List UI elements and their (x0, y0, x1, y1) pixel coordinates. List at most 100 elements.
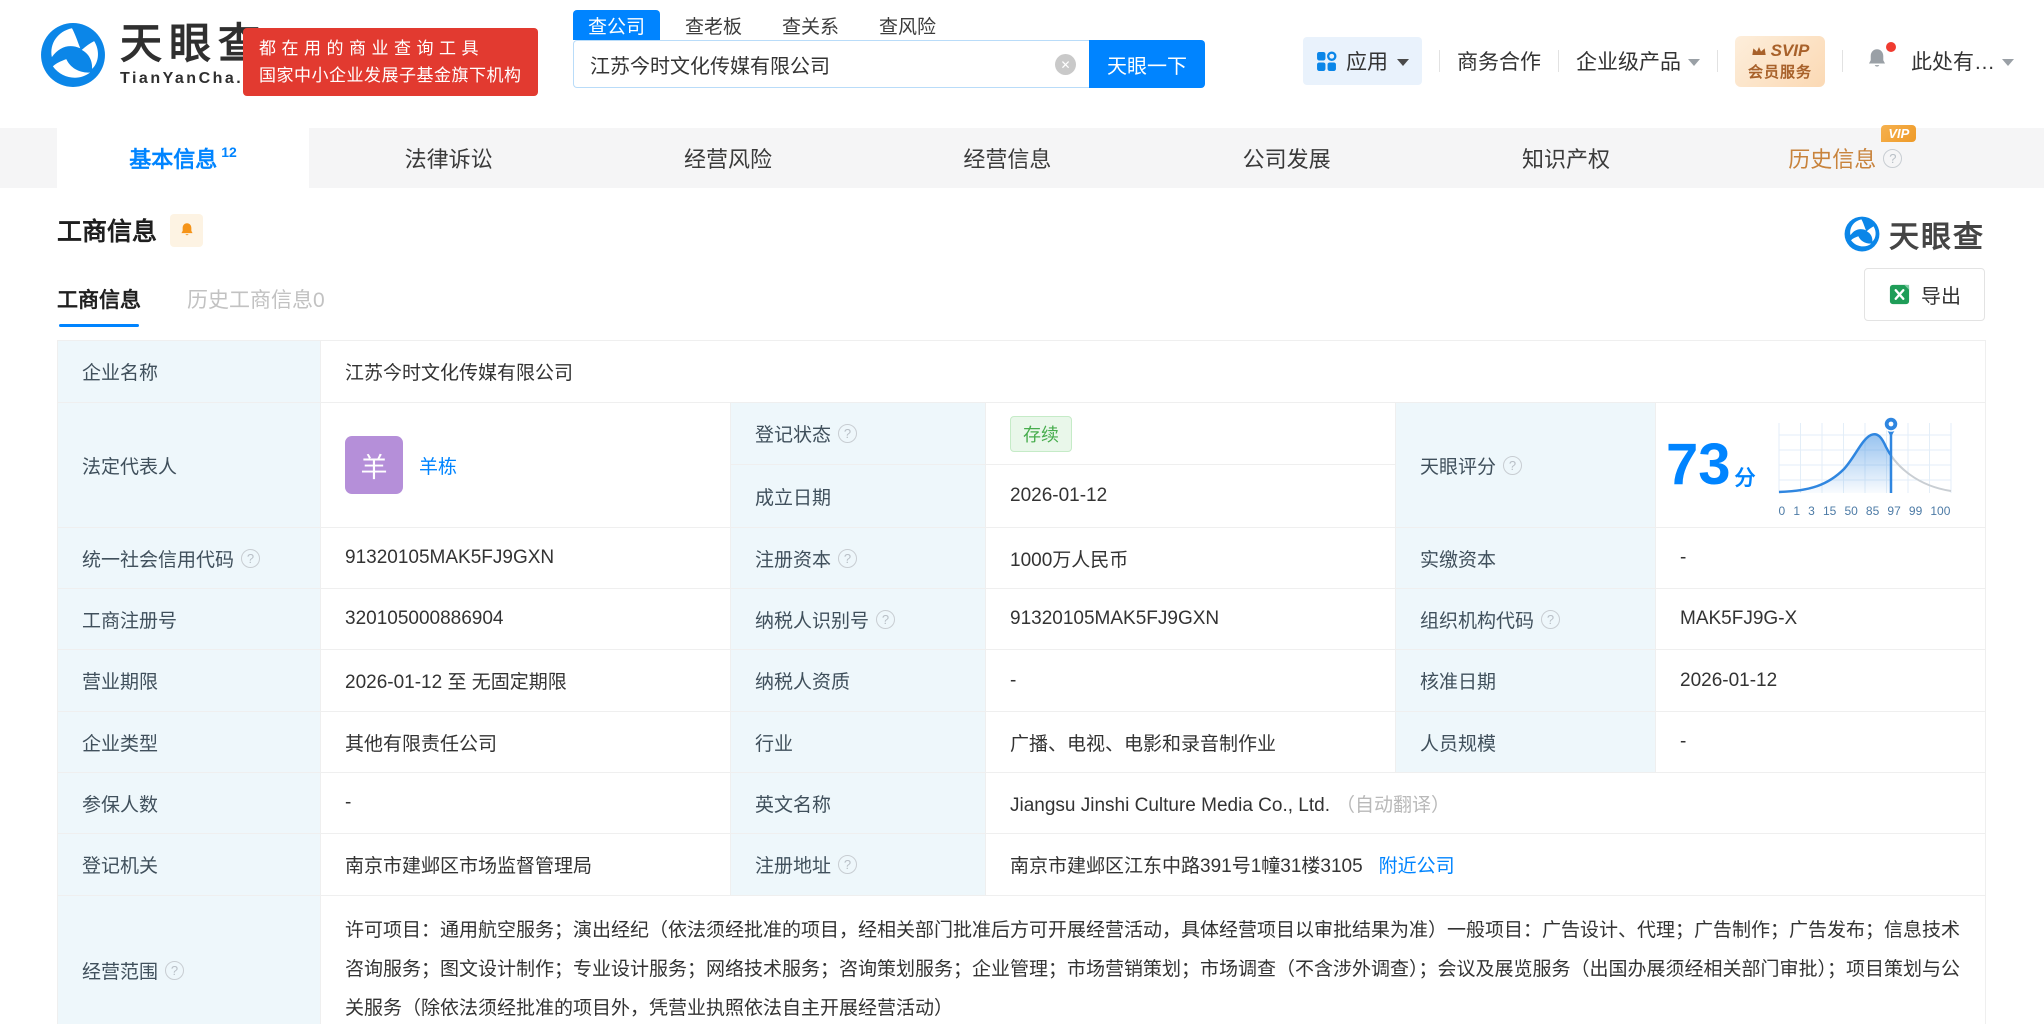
business-scope-help-icon[interactable] (165, 960, 185, 980)
est-date-value: 2026-01-12 (985, 464, 1396, 528)
apps-grid-icon (1317, 51, 1337, 71)
svip-member-button[interactable]: SVIP 会员服务 (1734, 35, 1825, 87)
search-tab-risk[interactable]: 查风险 (864, 10, 951, 40)
score-label: 天眼评分 (1420, 456, 1497, 478)
history-help-icon[interactable] (1883, 148, 1903, 168)
search-tab-boss[interactable]: 查老板 (670, 10, 757, 40)
search-bar: 天眼一下 (573, 40, 1205, 88)
table-row: 法定代表人 羊 羊栋 登记状态 存续 天眼评分 73 分 (57, 402, 1987, 528)
monitor-bell-button[interactable] (170, 213, 204, 247)
paid-capital-label: 实缴资本 (1395, 527, 1656, 589)
search-tab-company[interactable]: 查公司 (573, 10, 661, 40)
cooperation-link[interactable]: 商务合作 (1457, 46, 1541, 76)
company-name-value: 江苏今时文化传媒有限公司 (319, 340, 1987, 403)
section-header: 工商信息 (57, 212, 1985, 248)
table-row: 企业类型 其他有限责任公司 行业 广播、电视、电影和录音制作业 人员规模 - (57, 711, 1987, 773)
search-block: 查公司 查老板 查关系 查风险 天眼一下 (573, 10, 1205, 88)
score-distribution-chart: 01 3 15 50 85 97 99 100 (1768, 413, 1960, 518)
status-badge: 存续 (1010, 415, 1072, 452)
subtab-business-info[interactable]: 工商信息 (57, 284, 141, 327)
score-label-cell: 天眼评分 (1395, 402, 1656, 528)
tab-legal-cases[interactable]: 法律诉讼 (309, 128, 588, 188)
section-watermark: 天眼查 (1844, 212, 1985, 256)
reg-capital-label-cell: 注册资本 (730, 527, 986, 589)
table-row: 登记机关 南京市建邺区市场监督管理局 注册地址 南京市建邺区江东中路391号1幢… (57, 833, 1987, 896)
reg-address-value: 南京市建邺区江东中路391号1幢31楼3105 (1010, 856, 1363, 877)
enterprise-products-menu[interactable]: 企业级产品 (1576, 46, 1700, 76)
user-account-menu[interactable]: 此处有… (1911, 46, 2014, 76)
tab-basic-info-count: 12 (221, 144, 237, 160)
english-name-value-cell: Jiangsu Jinshi Culture Media Co., Ltd. （自… (984, 772, 1987, 834)
company-nav-tabs: 基本信息 12 法律诉讼 经营风险 经营信息 公司发展 知识产权 历史信息 VI… (0, 125, 2044, 188)
insured-count-value: - (320, 772, 731, 834)
notification-dot (1886, 41, 1896, 52)
reg-authority-value: 南京市建邺区市场监督管理局 (320, 833, 731, 896)
reg-status-label-cell: 登记状态 (730, 402, 986, 465)
legal-rep-link[interactable]: 羊栋 (419, 452, 457, 479)
tab-operation-risk[interactable]: 经营风险 (588, 128, 867, 188)
clear-search-icon[interactable] (1055, 54, 1076, 75)
reg-number-label: 工商注册号 (57, 588, 321, 650)
export-button[interactable]: 导出 (1864, 268, 1985, 321)
taxpayer-id-label: 纳税人识别号 (755, 610, 870, 632)
credit-code-label-cell: 统一社会信用代码 (57, 527, 321, 589)
auto-translate-note: （自动翻译） (1336, 794, 1451, 816)
taxpayer-quality-value: - (985, 649, 1396, 712)
search-tabs: 查公司 查老板 查关系 查风险 (573, 10, 1205, 40)
approval-date-value: 2026-01-12 (1654, 649, 1987, 712)
est-date-label: 成立日期 (730, 464, 986, 528)
business-term-label: 营业期限 (57, 649, 321, 712)
divider (1842, 50, 1843, 72)
reg-status-help-icon[interactable] (838, 424, 858, 443)
promo-line-2: 国家中小企业发展子基金旗下机构 (259, 66, 522, 85)
staff-size-value: - (1654, 711, 1987, 773)
reg-capital-label: 注册资本 (755, 549, 832, 571)
search-button[interactable]: 天眼一下 (1089, 40, 1205, 88)
reg-authority-label: 登记机关 (57, 833, 321, 896)
reg-address-label-cell: 注册地址 (730, 833, 986, 896)
tab-history-info[interactable]: 历史信息 VIP (1706, 125, 1985, 188)
subtab-history-business-info[interactable]: 历史工商信息0 (187, 284, 325, 327)
divider (1438, 50, 1440, 72)
score-help-icon[interactable] (1503, 455, 1523, 475)
tab-intellectual-property[interactable]: 知识产权 (1426, 128, 1705, 188)
search-tab-relation[interactable]: 查关系 (767, 10, 854, 40)
svip-label: SVIP (1770, 40, 1810, 60)
staff-size-label: 人员规模 (1395, 711, 1656, 773)
apps-label: 应用 (1345, 51, 1388, 74)
credit-code-help-icon[interactable] (241, 548, 261, 568)
industry-label: 行业 (730, 711, 986, 773)
apps-menu-button[interactable]: 应用 (1302, 37, 1422, 85)
tab-company-development[interactable]: 公司发展 (1147, 128, 1426, 188)
tab-operation-info[interactable]: 经营信息 (868, 128, 1147, 188)
taxpayer-id-label-cell: 纳税人识别号 (730, 588, 986, 650)
org-code-value: MAK5FJ9G-X (1654, 588, 1987, 650)
business-info-table: 企业名称 江苏今时文化传媒有限公司 法定代表人 羊 羊栋 登记状态 存续 天眼评… (57, 340, 1987, 1024)
notifications-button[interactable] (1860, 41, 1896, 79)
nearby-companies-link[interactable]: 附近公司 (1379, 856, 1455, 877)
taxpayer-quality-label: 纳税人资质 (730, 649, 986, 712)
tab-basic-info[interactable]: 基本信息 12 (57, 128, 309, 188)
score-axis-ticks: 01 3 15 50 85 97 99 100 (1778, 503, 1951, 518)
chevron-down-icon (1687, 59, 1700, 66)
export-label: 导出 (1921, 286, 1961, 308)
reg-capital-help-icon[interactable] (838, 548, 858, 568)
taxpayer-id-help-icon[interactable] (876, 609, 896, 629)
tab-history-label: 历史信息 (1788, 147, 1877, 172)
promo-banner: 都在用的商业查询工具 国家中小企业发展子基金旗下机构 (243, 28, 538, 96)
legal-rep-avatar[interactable]: 羊 (345, 436, 403, 494)
subtabs: 工商信息 历史工商信息0 (57, 284, 1985, 327)
reg-address-label: 注册地址 (755, 856, 832, 877)
search-input[interactable] (573, 40, 1089, 88)
tab-basic-info-label: 基本信息 (129, 147, 218, 172)
user-name: 此处有… (1911, 51, 1995, 74)
promo-line-1: 都在用的商业查询工具 (259, 39, 484, 58)
reg-address-help-icon[interactable] (838, 855, 858, 874)
search-input-wrap (573, 40, 1089, 88)
org-code-help-icon[interactable] (1541, 609, 1561, 629)
business-scope-label: 经营范围 (82, 961, 159, 983)
legal-rep-label: 法定代表人 (57, 402, 321, 528)
page-header: 天眼查 TianYanCha.com 都在用的商业查询工具 国家中小企业发展子基… (0, 0, 2044, 128)
section-title: 工商信息 (57, 218, 158, 246)
industry-value: 广播、电视、电影和录音制作业 (985, 711, 1396, 773)
